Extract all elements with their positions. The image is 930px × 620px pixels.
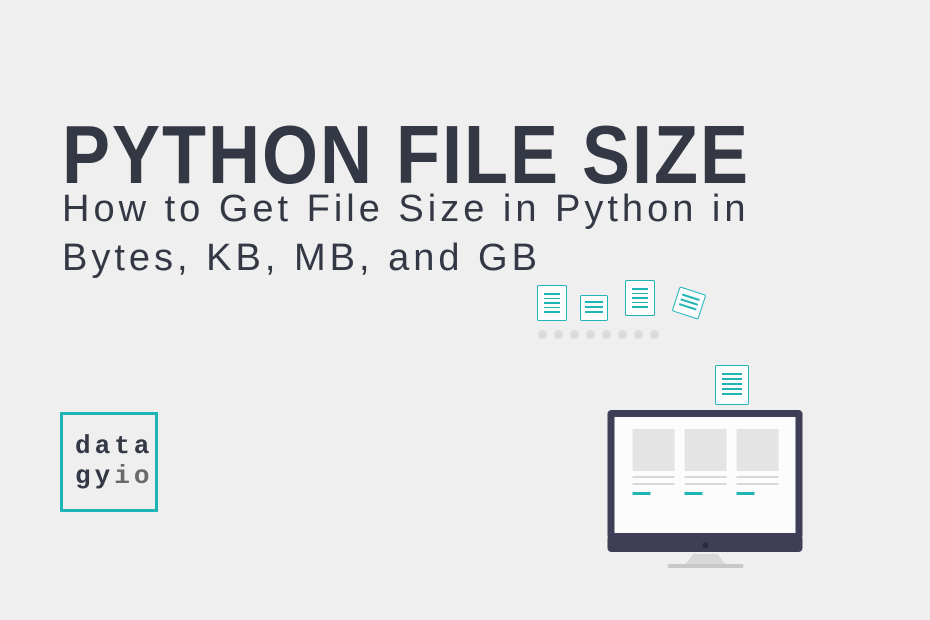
logo-line-1: data (75, 432, 153, 462)
document-icon (580, 295, 608, 321)
loading-dots-icon (538, 330, 659, 339)
logo-line-2: gyio (75, 462, 153, 492)
hero-illustration (530, 270, 880, 570)
document-icon (715, 365, 749, 405)
page-subtitle: How to Get File Size in Python in Bytes,… (62, 185, 862, 284)
monitor-icon (608, 410, 803, 570)
brand-logo: data gyio (60, 412, 158, 512)
document-icon (625, 280, 655, 316)
document-icon (672, 286, 707, 319)
document-icon (537, 285, 567, 321)
